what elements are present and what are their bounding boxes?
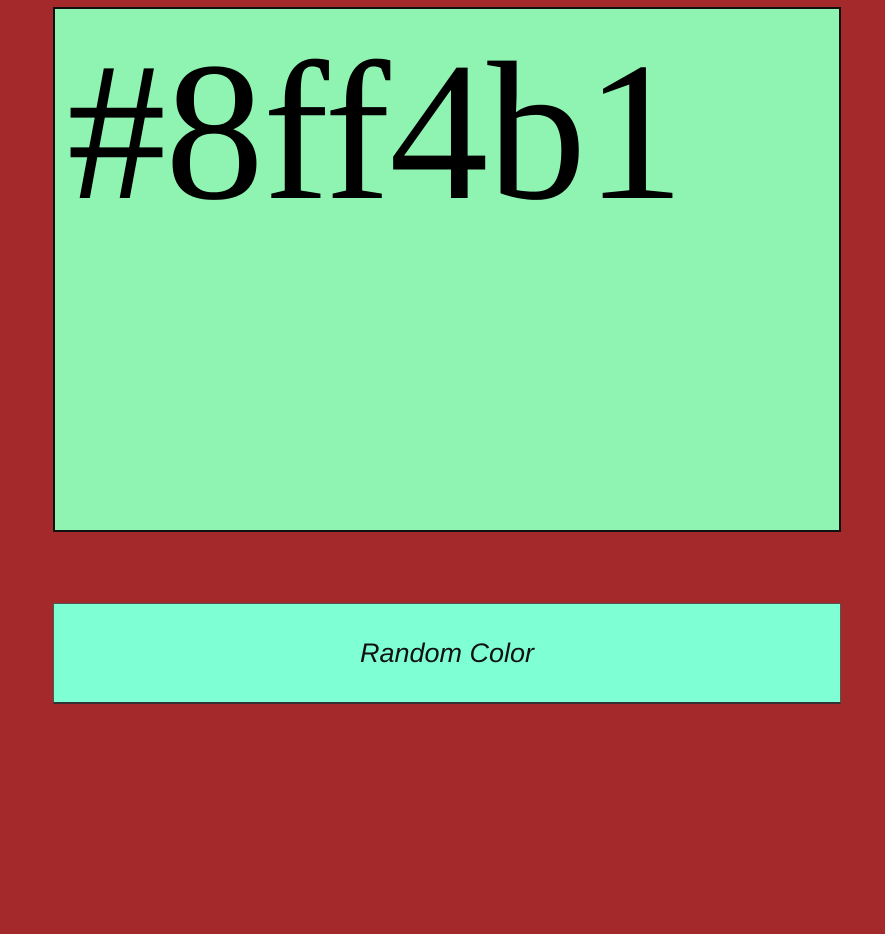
random-color-button[interactable]: Random Color <box>53 603 841 704</box>
hex-color-label: #8ff4b1 <box>67 22 684 241</box>
color-swatch: #8ff4b1 <box>53 7 841 532</box>
